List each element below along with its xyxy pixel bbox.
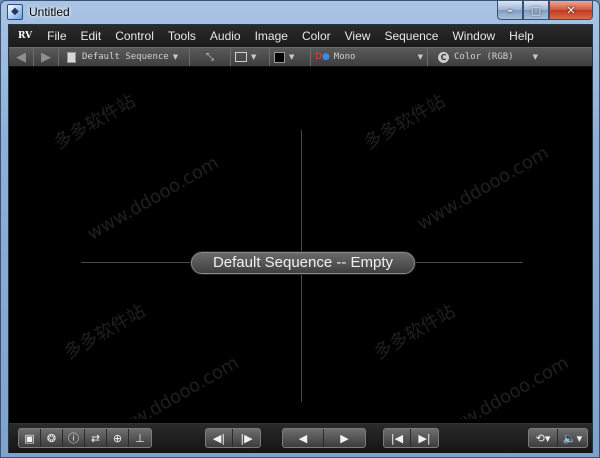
app-window: ◆ Untitled – □ ✕ RV File Edit Control To…: [0, 0, 600, 458]
menu-window[interactable]: Window: [445, 29, 502, 43]
step-forward-icon: |▶: [240, 431, 253, 445]
volume-icon: 🔈▾: [562, 431, 583, 445]
swap-button[interactable]: ⇄: [85, 429, 107, 447]
window-title: Untitled: [29, 5, 70, 19]
menu-bar: RV File Edit Control Tools Audio Image C…: [9, 25, 592, 47]
jump-button-group: |◀ ▶|: [383, 428, 439, 448]
rv-app-icon[interactable]: ◆: [7, 4, 23, 20]
sequence-dropdown-label: Default Sequence: [82, 52, 169, 62]
network-button[interactable]: ❂: [41, 429, 63, 447]
timeline-button[interactable]: ⊥: [129, 429, 151, 447]
maximize-icon: □: [530, 3, 542, 17]
info-button[interactable]: ⓘ: [63, 429, 85, 447]
play-forward-button[interactable]: ▶: [324, 429, 365, 447]
step-forward-button[interactable]: |▶: [233, 429, 260, 447]
playback-options-group: ⟲▾ 🔈▾: [528, 428, 588, 448]
swap-icon: ⇄: [90, 431, 101, 445]
crop-dropdown[interactable]: ▼: [231, 48, 269, 66]
bottom-bar: ▣ ❂ ⓘ ⇄ ⊕ ⊥ ◀| |▶ ◀ ▶ |◀ ▶| ⟲▾ 🔈▾: [9, 423, 592, 453]
menu-help[interactable]: Help: [502, 29, 541, 43]
menu-view[interactable]: View: [338, 29, 378, 43]
toolbar-separator: [58, 48, 59, 66]
color-space-dropdown[interactable]: C Color (RGB) ▼: [434, 48, 542, 66]
menu-tools[interactable]: Tools: [161, 29, 203, 43]
session-manager-icon: ▣: [24, 431, 35, 445]
minimize-button[interactable]: –: [497, 1, 523, 20]
menu-edit[interactable]: Edit: [74, 29, 109, 43]
stereo-dropdown[interactable]: D● Mono ▼: [311, 48, 427, 66]
title-bar[interactable]: ◆ Untitled – □ ✕: [1, 1, 599, 23]
jump-start-icon: |◀: [390, 431, 404, 445]
tools-button-group: ▣ ❂ ⓘ ⇄ ⊕ ⊥: [18, 428, 152, 448]
caption-buttons: – □ ✕: [497, 1, 593, 20]
watermark: 多多软件站: [50, 90, 139, 154]
menu-control[interactable]: Control: [108, 29, 161, 43]
watermark: www.ddooo.com: [413, 142, 553, 235]
watermark: 多多软件站: [60, 300, 149, 364]
menu-sequence[interactable]: Sequence: [377, 29, 445, 43]
loop-icon: ⟲▾: [535, 431, 551, 445]
session-manager-button[interactable]: ▣: [19, 429, 41, 447]
stereo-icon: D●: [315, 52, 330, 62]
menu-file[interactable]: File: [40, 29, 73, 43]
ghost-button[interactable]: ⊕: [107, 429, 129, 447]
close-button[interactable]: ✕: [549, 1, 593, 20]
menu-color[interactable]: Color: [295, 29, 338, 43]
bg-color-dropdown[interactable]: ▼: [270, 48, 310, 66]
jump-end-icon: ▶|: [418, 431, 431, 445]
volume-button[interactable]: 🔈▾: [558, 429, 587, 447]
image-viewer[interactable]: 多多软件站 www.ddooo.com 多多软件站 www.ddooo.com …: [9, 68, 592, 419]
fit-button[interactable]: ⤡: [190, 48, 230, 66]
color-space-label: Color (RGB): [454, 52, 514, 62]
chevron-down-icon: ▼: [532, 53, 538, 61]
ghost-icon: ⊕: [112, 431, 123, 445]
maximize-button[interactable]: □: [523, 1, 549, 20]
network-icon: ❂: [46, 431, 57, 445]
chevron-down-icon: ▼: [289, 53, 295, 61]
close-icon: ✕: [566, 3, 576, 17]
timeline-icon: ⊥: [135, 431, 145, 445]
chevron-down-icon: ▼: [172, 53, 179, 61]
info-icon: ⓘ: [68, 432, 79, 445]
watermark: www.ddooo.com: [433, 352, 573, 419]
watermark: www.ddooo.com: [83, 152, 223, 245]
jump-start-button[interactable]: |◀: [384, 429, 411, 447]
chevron-down-icon: ▼: [417, 53, 423, 61]
color-space-icon: C: [438, 51, 449, 63]
arrow-right-icon: ▶: [41, 49, 51, 65]
play-reverse-button[interactable]: ◀: [283, 429, 324, 447]
watermark: 多多软件站: [370, 300, 459, 364]
play-button-group: ◀ ▶: [282, 428, 366, 448]
sequence-dropdown[interactable]: Default Sequence ▼: [63, 48, 189, 66]
play-forward-icon: ▶: [340, 431, 349, 445]
play-reverse-icon: ◀: [298, 431, 308, 445]
watermark: 多多软件站: [360, 90, 449, 154]
document-icon: [67, 51, 76, 63]
minimize-icon: –: [507, 3, 513, 17]
menu-image[interactable]: Image: [248, 29, 295, 43]
step-button-group: ◀| |▶: [205, 428, 261, 448]
rv-logo: RV: [18, 31, 33, 41]
step-back-icon: ◀|: [212, 431, 226, 445]
loop-mode-button[interactable]: ⟲▾: [529, 429, 558, 447]
crop-icon: [235, 52, 247, 62]
toolbar: ◀ ▶ Default Sequence ▼ ⤡ ▼ ▼ D● Mono ▼ C…: [9, 47, 592, 67]
sequence-status-label: Default Sequence -- Empty: [191, 252, 415, 274]
jump-end-button[interactable]: ▶|: [411, 429, 438, 447]
step-back-button[interactable]: ◀|: [206, 429, 233, 447]
fit-arrows-icon: ⤡: [206, 51, 214, 63]
menu-audio[interactable]: Audio: [203, 29, 248, 43]
color-swatch: [274, 51, 285, 63]
watermark: www.ddooo.com: [103, 352, 243, 419]
chevron-down-icon: ▼: [251, 53, 257, 61]
forward-button[interactable]: ▶: [34, 48, 58, 66]
back-button[interactable]: ◀: [9, 48, 33, 66]
toolbar-separator: [427, 48, 428, 66]
stereo-dropdown-label: Mono: [333, 52, 356, 62]
arrow-left-icon: ◀: [16, 49, 26, 65]
app-client-area: RV File Edit Control Tools Audio Image C…: [8, 24, 593, 453]
